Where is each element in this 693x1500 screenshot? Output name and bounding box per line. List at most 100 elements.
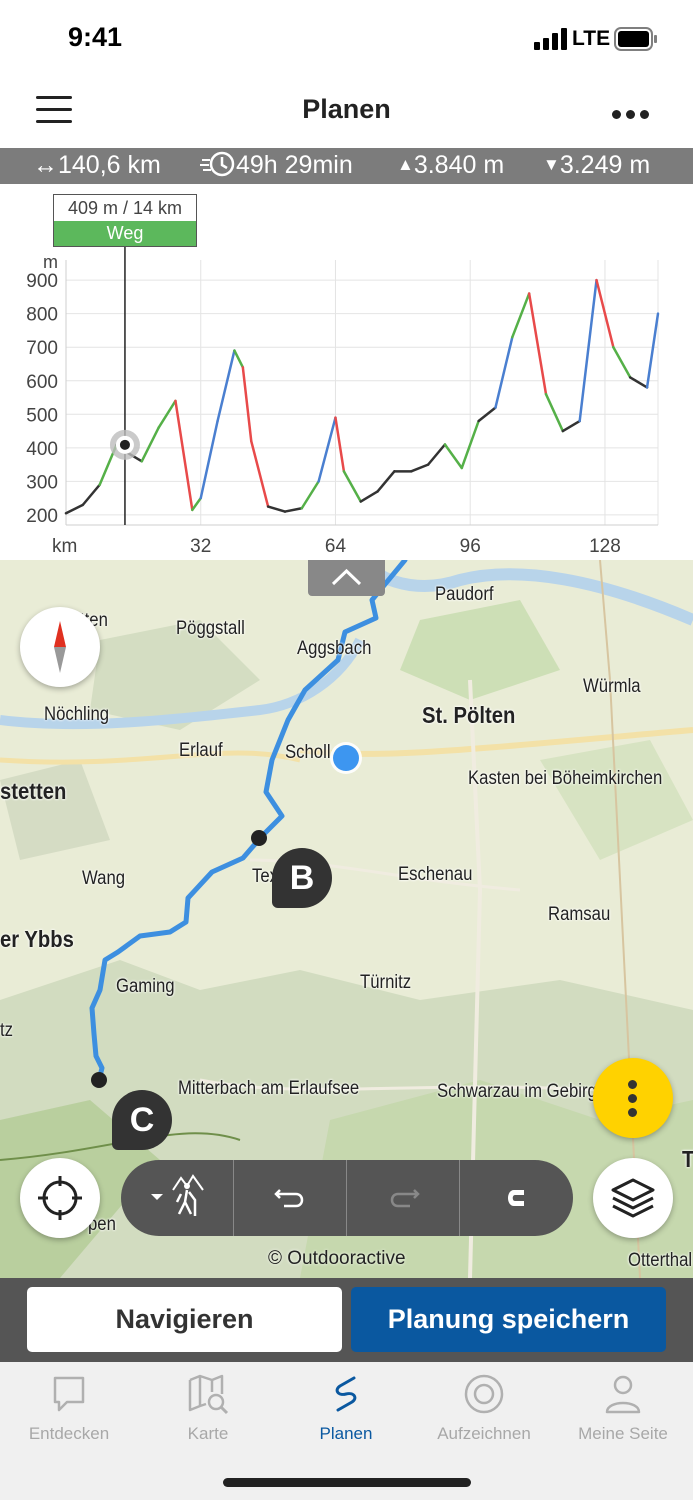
profile-segment (199, 419, 219, 500)
more-options-icon[interactable] (612, 106, 656, 119)
place-label: Erlauf (179, 740, 223, 761)
navigate-button[interactable]: Navigieren (27, 1287, 342, 1352)
profile-segment (140, 426, 160, 463)
status-time: 9:41 (68, 22, 123, 52)
chevron-up-icon (331, 568, 362, 586)
profile-segment (174, 399, 194, 512)
place-label: St. Pölten (422, 702, 516, 728)
undo-button[interactable] (234, 1160, 347, 1236)
activity-selector-button[interactable] (121, 1160, 234, 1236)
chat-bubble-icon (53, 1376, 85, 1412)
nav-header: Planen (0, 80, 693, 148)
place-label: Schwarzau im Gebirge (437, 1081, 607, 1102)
descent-icon: ▼ (543, 155, 560, 174)
place-label: tz (0, 1020, 14, 1041)
save-plan-button[interactable]: Planung speichern (351, 1287, 666, 1352)
profile-segment (241, 366, 253, 443)
x-tick-label: 128 (589, 536, 621, 557)
ascent-stat: ▲3.840 m (397, 151, 504, 180)
y-tick-label: 300 (26, 472, 58, 493)
status-bar: 9:41 LTE (0, 0, 693, 80)
map-view[interactable]: Paudorf tten Pöggstall Aggsbach Würmla N… (0, 560, 693, 1278)
tab-label: Meine Seite (578, 1424, 668, 1443)
redo-button[interactable] (347, 1160, 460, 1236)
tooltip-value: 409 m / 14 km (67, 198, 183, 218)
layers-icon (611, 1178, 655, 1218)
profile-segment (81, 483, 101, 507)
place-label: Otterthal (628, 1250, 693, 1271)
place-label: Wang (82, 868, 126, 889)
elevation-profile[interactable]: 200 300 400 500 600 700 800 900 32 64 96 128 m km 409… (0, 184, 693, 560)
distance-icon: ↔ (33, 151, 58, 179)
duration-icon (200, 151, 235, 177)
undo-icon (274, 1189, 304, 1208)
signal-icon (534, 28, 567, 50)
profile-segment (410, 463, 430, 473)
profile-segment (317, 416, 337, 483)
planning-toolbar (121, 1160, 573, 1236)
profile-segment (578, 278, 598, 423)
duration-value: 49h 29min (236, 151, 353, 179)
profile-segment (494, 335, 514, 409)
tab-entdecken[interactable]: Entdecken (0, 1372, 138, 1444)
profile-segment (283, 506, 304, 513)
profile-segment (359, 490, 379, 503)
route-stats-bar: ↔140,6 km 49h 29min ▲3.840 m ▼3.249 m (0, 148, 693, 184)
tab-label: Karte (187, 1424, 229, 1443)
battery-icon (614, 27, 657, 51)
y-unit-label: m (43, 252, 58, 272)
waypoint-marker-b[interactable]: B (272, 848, 332, 908)
ascent-value: 3.840 m (413, 151, 505, 179)
tooltip-surface: Weg (54, 221, 196, 246)
layers-button[interactable] (593, 1158, 673, 1238)
profile-cursor-point (119, 439, 130, 450)
collapse-profile-button[interactable] (308, 560, 385, 596)
profile-segment (544, 392, 565, 433)
snap-route-button[interactable] (460, 1160, 573, 1236)
x-tick-label: 96 (460, 536, 481, 557)
tab-label: Planen (319, 1424, 373, 1443)
profile-segment (250, 439, 270, 508)
x-tick-label: 32 (190, 536, 211, 557)
locate-button[interactable] (20, 1158, 100, 1238)
profile-tooltip: 409 m / 14 km Weg (53, 194, 197, 247)
place-label: Türnitz (360, 972, 412, 993)
place-label: er Ybbs (0, 926, 74, 952)
more-actions-button[interactable] (593, 1058, 673, 1138)
network-label: LTE (572, 27, 611, 50)
distance-value: 140,6 km (58, 151, 161, 179)
profile-segment (191, 496, 202, 512)
user-icon (605, 1375, 641, 1414)
y-tick-label: 800 (26, 305, 58, 326)
profile-segment (561, 419, 581, 433)
ascent-icon: ▲ (397, 155, 414, 174)
profile-segment (511, 292, 531, 339)
tab-karte[interactable]: Karte (139, 1372, 277, 1444)
profile-segment (334, 416, 346, 473)
profile-segment (645, 312, 660, 389)
compass-icon (54, 621, 66, 673)
waypoint-marker-c[interactable]: C (112, 1090, 172, 1150)
map-search-icon (188, 1374, 229, 1415)
place-label: Aggsbach (297, 638, 372, 659)
profile-segment (612, 345, 632, 379)
y-tick-label: 200 (26, 506, 58, 527)
place-label: Paudorf (435, 584, 494, 605)
crosshair-icon (38, 1176, 82, 1220)
map-copyright: © Outdooractive (268, 1248, 406, 1269)
x-tick-label: 64 (325, 536, 347, 557)
tab-planen[interactable]: Planen (277, 1372, 415, 1444)
place-label: Scholl (285, 742, 331, 763)
profile-segment (628, 376, 649, 389)
waypoint-label-b: B (289, 859, 315, 897)
tab-label: Entdecken (28, 1424, 110, 1443)
place-label: Kasten bei Böheimkirchen (468, 768, 663, 789)
tab-meine-seite[interactable]: Meine Seite (554, 1372, 692, 1444)
page-title: Planen (302, 94, 391, 124)
compass-button[interactable] (20, 607, 100, 687)
tab-aufzeichnen[interactable]: Aufzeichnen (415, 1372, 553, 1444)
profile-segment (300, 480, 320, 510)
place-label: Würmla (583, 676, 641, 697)
profile-segment (233, 349, 245, 369)
profile-segment (216, 349, 236, 423)
